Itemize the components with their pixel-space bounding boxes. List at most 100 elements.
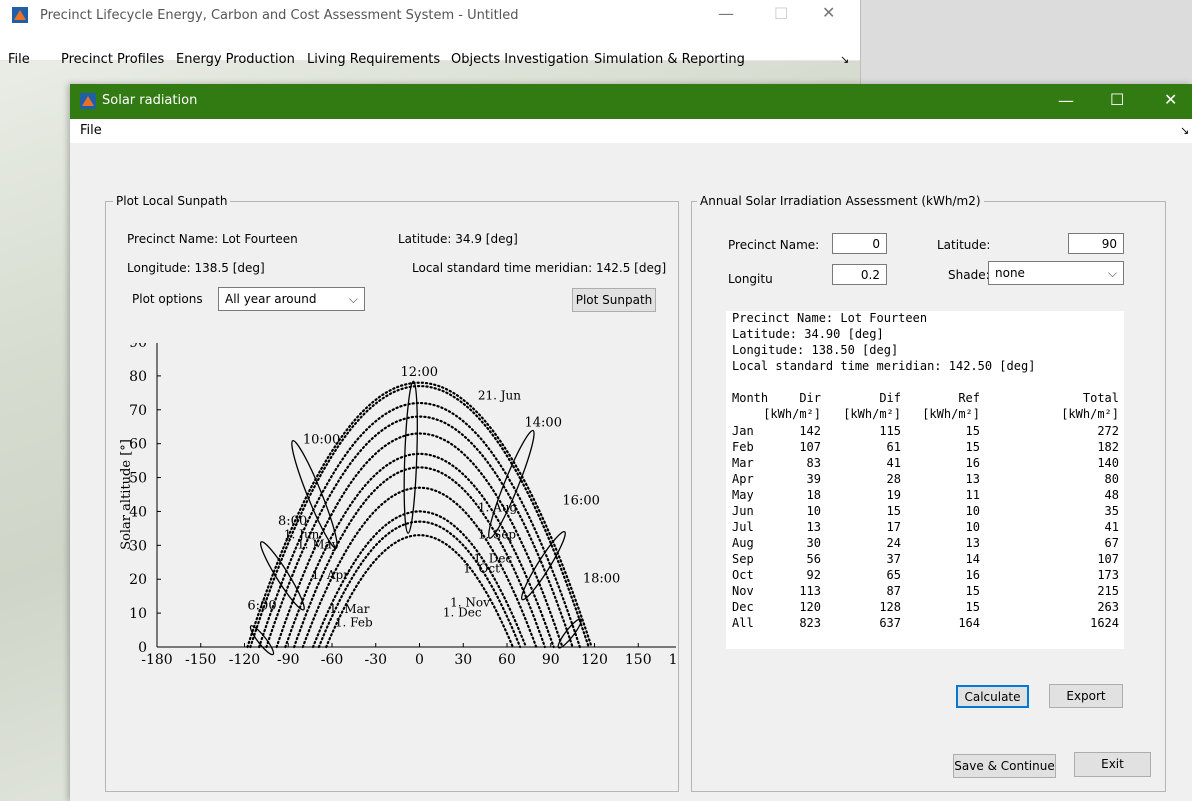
- report-output: Precinct Name: Lot Fourteen Latitude: 34…: [726, 311, 1124, 649]
- month-label: 1. Mar: [329, 602, 370, 616]
- minimize-icon[interactable]: —: [718, 4, 734, 23]
- table-cell: 80: [1104, 472, 1119, 486]
- table-cell: 67: [1104, 536, 1119, 550]
- menu-living-requirements[interactable]: Living Requirements: [307, 52, 440, 67]
- plot-options-select[interactable]: All year around ⌵: [218, 287, 365, 311]
- longitude-field[interactable]: 0.2: [832, 264, 887, 285]
- table-cell: 128: [879, 600, 901, 614]
- exit-button[interactable]: Exit: [1074, 752, 1151, 777]
- x-tick-label: -120: [229, 652, 260, 668]
- shade-label: Shade:: [948, 268, 990, 282]
- hour-label: 16:00: [562, 494, 599, 509]
- sunpath-panel-legend: Plot Local Sunpath: [113, 194, 231, 208]
- dialog-maximize-icon[interactable]: ☐: [1110, 90, 1124, 109]
- sunpath-precinct-name: Precinct Name: Lot Fourteen: [127, 232, 298, 246]
- table-cell: 13: [806, 520, 821, 534]
- y-tick-label: 90: [129, 343, 147, 351]
- x-tick-label: 180: [669, 652, 676, 668]
- menu-energy-production[interactable]: Energy Production: [176, 52, 295, 67]
- dialog-minimize-icon[interactable]: —: [1058, 91, 1074, 110]
- table-cell: 48: [1104, 488, 1119, 502]
- hour-label: 18:00: [583, 572, 620, 587]
- table-cell: 1624: [1090, 616, 1119, 630]
- x-tick-label: -150: [185, 652, 216, 668]
- sunpath-latitude: Latitude: 34.9 [deg]: [398, 232, 518, 246]
- latitude-field[interactable]: 90: [1068, 233, 1124, 254]
- precinct-name-field[interactable]: 0: [832, 233, 887, 254]
- y-tick-label: 70: [129, 403, 147, 419]
- table-cell: 142: [799, 424, 821, 438]
- month-label: 1. Sep: [478, 528, 517, 542]
- toolbar-dock-icon[interactable]: ↘: [840, 53, 849, 66]
- menu-precinct-profiles[interactable]: Precinct Profiles: [61, 52, 164, 67]
- table-cell: 13: [965, 536, 980, 550]
- dialog-menu-file[interactable]: File: [80, 123, 102, 138]
- y-tick-label: 20: [129, 572, 147, 588]
- x-tick-label: 120: [581, 652, 608, 668]
- sunpath-longitude: Longitude: 138.5 [deg]: [127, 261, 265, 275]
- table-cell: 10: [806, 504, 821, 518]
- save-continue-button[interactable]: Save & Continue: [953, 754, 1056, 778]
- table-unit: [kWh/m²]: [1061, 407, 1119, 421]
- table-cell: 30: [806, 536, 821, 550]
- y-tick-label: 10: [129, 606, 147, 622]
- table-cell: 56: [806, 552, 821, 566]
- dialog-logo-icon: [80, 93, 96, 109]
- table-cell: 39: [806, 472, 821, 486]
- table-cell: 37: [886, 552, 901, 566]
- table-cell: 10: [965, 520, 980, 534]
- table-cell: 173: [1097, 568, 1119, 582]
- table-unit: [kWh/m²]: [843, 407, 901, 421]
- table-cell: 15: [965, 424, 980, 438]
- table-cell: 17: [886, 520, 901, 534]
- main-window-title: Precinct Lifecycle Energy, Carbon and Co…: [40, 8, 519, 23]
- precinct-name-label: Precinct Name:: [728, 238, 820, 252]
- month-label: 1. Apr: [312, 568, 350, 582]
- menu-simulation-reporting[interactable]: Simulation & Reporting: [594, 52, 745, 67]
- report-line-latitude: Latitude: 34.90 [deg]: [732, 327, 884, 341]
- x-tick-label: 150: [625, 652, 652, 668]
- x-tick-label: -60: [321, 652, 344, 668]
- month-label: 1. May: [297, 538, 339, 552]
- table-cell: 61: [886, 440, 901, 454]
- table-cell: 272: [1097, 424, 1119, 438]
- maximize-icon[interactable]: ☐: [774, 4, 788, 23]
- table-cell: 15: [965, 600, 980, 614]
- report-line-precinct: Precinct Name: Lot Fourteen: [732, 311, 928, 325]
- app-logo-icon: [12, 7, 28, 23]
- table-cell: 16: [965, 456, 980, 470]
- plot-options-value: All year around: [225, 292, 317, 306]
- table-cell: 65: [886, 568, 901, 582]
- table-cell: 15: [965, 584, 980, 598]
- plot-sunpath-button[interactable]: Plot Sunpath: [572, 288, 656, 312]
- report-line-longitude: Longitude: 138.50 [deg]: [732, 343, 899, 357]
- menu-objects-investigation[interactable]: Objects Investigation: [451, 52, 589, 67]
- x-tick-label: 90: [542, 652, 560, 668]
- export-button[interactable]: Export: [1049, 684, 1123, 708]
- dialog-dock-icon[interactable]: ↘: [1180, 124, 1189, 137]
- table-header: Dif: [879, 391, 901, 405]
- menu-file[interactable]: File: [8, 52, 30, 67]
- shade-select[interactable]: none ⌵: [988, 261, 1124, 285]
- table-cell: 15: [886, 504, 901, 518]
- solar-radiation-dialog: Solar radiation — ☐ ✕ File ↘ Plot Local …: [70, 84, 1192, 801]
- table-cell: 140: [1097, 456, 1119, 470]
- x-tick-label: -90: [277, 652, 300, 668]
- month-label: 21. Jun: [478, 389, 521, 403]
- dialog-menu-bar: File ↘: [70, 119, 1192, 143]
- report-line-meridian: Local standard time meridian: 142.50 [de…: [732, 359, 1036, 373]
- table-cell: 19: [886, 488, 901, 502]
- table-unit: [kWh/m²]: [922, 407, 980, 421]
- longitude-label: Longitu: [728, 272, 773, 286]
- close-icon[interactable]: ✕: [822, 3, 835, 22]
- chevron-down-icon: ⌵: [348, 292, 358, 306]
- x-tick-label: -30: [364, 652, 387, 668]
- table-cell: 28: [886, 472, 901, 486]
- month-label: 1. Feb: [335, 616, 373, 630]
- calculate-button[interactable]: Calculate: [956, 685, 1029, 708]
- table-cell: 823: [799, 616, 821, 630]
- dialog-close-icon[interactable]: ✕: [1164, 90, 1177, 109]
- table-cell: 113: [799, 584, 821, 598]
- table-cell: 41: [886, 456, 901, 470]
- y-axis-label: Solar altitude [°]: [119, 439, 134, 550]
